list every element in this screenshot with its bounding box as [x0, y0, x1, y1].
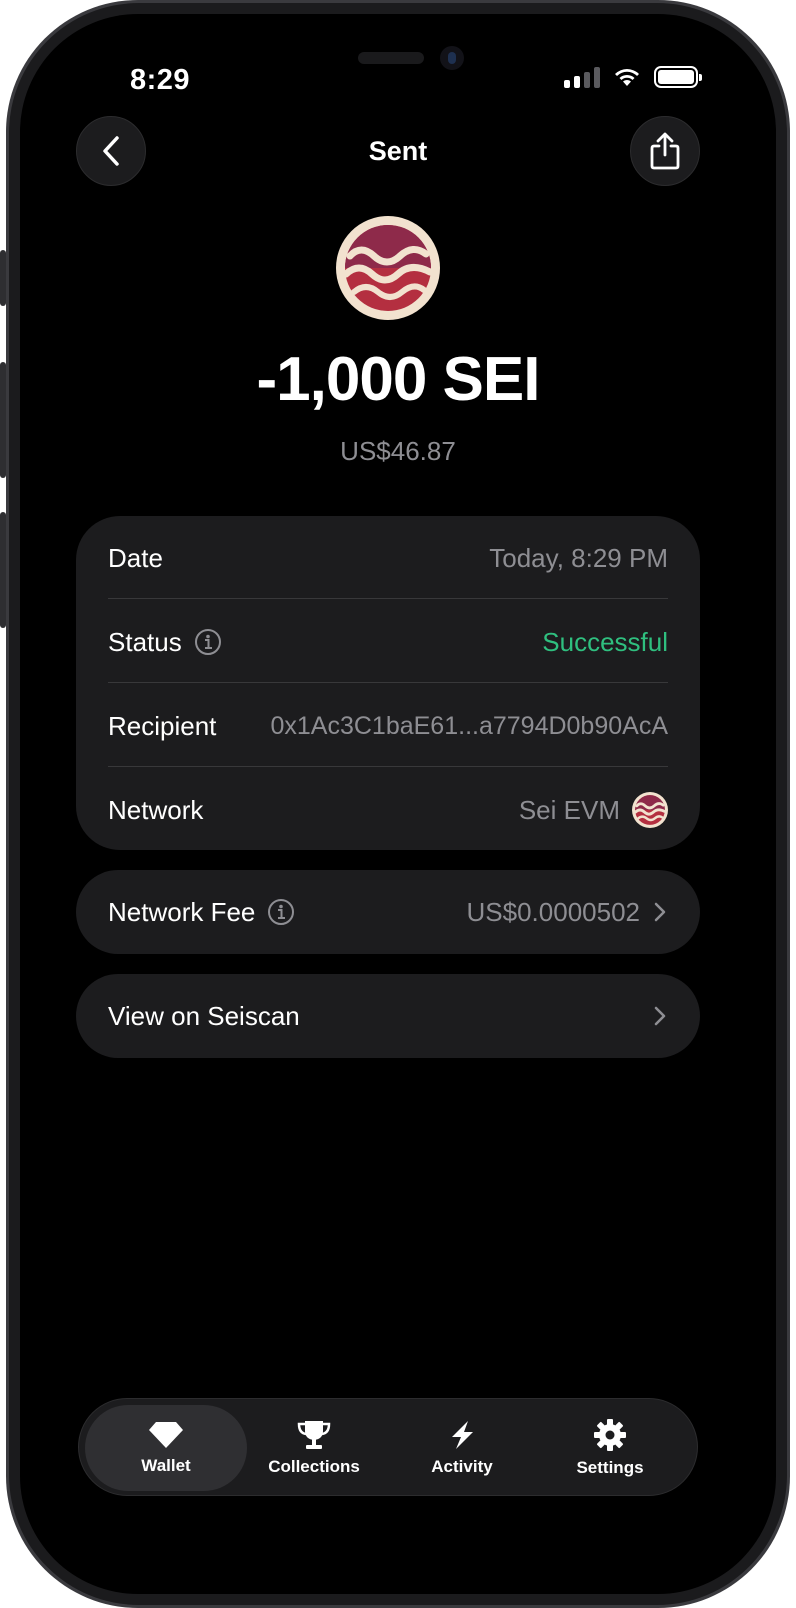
tab-wallet-label: Wallet: [141, 1456, 191, 1475]
network-value-group: Sei EVM: [519, 792, 668, 828]
share-icon: [650, 132, 680, 170]
network-fee-value: US$0.0000502: [466, 896, 640, 927]
network-fee-row[interactable]: Network Fee US$0.0000502: [108, 890, 668, 934]
tab-settings[interactable]: Settings: [529, 1405, 691, 1491]
tab-bar: Wallet Collections Activity Settings: [78, 1398, 698, 1496]
status-time: 8:29: [130, 64, 191, 96]
tab-wallet[interactable]: Wallet: [85, 1405, 247, 1491]
network-fee-label: Network Fee: [108, 896, 256, 927]
info-icon[interactable]: [194, 628, 222, 656]
recipient-row: Recipient 0x1Ac3C1baE61...a7794D0b90AcA: [108, 704, 668, 748]
sei-network-icon: [632, 792, 668, 828]
details-card: Date Today, 8:29 PM Status Successful Re…: [76, 516, 700, 850]
cellular-signal-icon: [564, 66, 600, 88]
status-icons: [564, 66, 702, 88]
chevron-right-icon: [654, 902, 666, 922]
status-label: Status: [108, 626, 182, 657]
share-button[interactable]: [630, 116, 700, 186]
divider: [108, 682, 668, 683]
network-fee-card[interactable]: Network Fee US$0.0000502: [76, 870, 700, 954]
side-button-action: [0, 250, 6, 306]
divider: [108, 598, 668, 599]
view-on-seiscan-label: View on Seiscan: [108, 1000, 300, 1031]
lightning-icon: [452, 1421, 473, 1449]
front-camera: [440, 46, 464, 70]
tab-activity[interactable]: Activity: [381, 1405, 543, 1491]
date-row: Date Today, 8:29 PM: [108, 536, 668, 580]
phone-screen: 8:29 Sent -1,000 SEI US$46.87 Date Today…: [20, 14, 776, 1594]
tab-collections[interactable]: Collections: [233, 1405, 395, 1491]
diamond-icon: [149, 1422, 183, 1448]
chevron-right-icon: [654, 1006, 666, 1026]
date-value: Today, 8:29 PM: [489, 542, 668, 573]
sei-token-logo: [336, 216, 440, 320]
status-row: Status Successful: [108, 620, 668, 664]
tab-settings-label: Settings: [576, 1458, 644, 1477]
tab-collections-label: Collections: [268, 1457, 360, 1476]
side-button-volume-up: [0, 362, 6, 478]
recipient-address[interactable]: 0x1Ac3C1baE61...a7794D0b90AcA: [270, 712, 668, 741]
date-label: Date: [108, 542, 163, 573]
network-label: Network: [108, 794, 204, 825]
view-on-seiscan-card[interactable]: View on Seiscan: [76, 974, 700, 1058]
network-fee-value-group: US$0.0000502: [467, 897, 668, 928]
recipient-label: Recipient: [108, 710, 217, 741]
info-icon[interactable]: [267, 898, 295, 926]
network-fee-label-group: Network Fee: [108, 897, 295, 928]
gear-icon: [594, 1419, 626, 1451]
trophy-icon: [297, 1421, 331, 1449]
wifi-icon: [615, 69, 639, 86]
divider: [108, 766, 668, 767]
status-value: Successful: [542, 626, 668, 657]
status-label-group: Status: [108, 627, 222, 658]
view-on-seiscan-row[interactable]: View on Seiscan: [108, 994, 668, 1038]
side-button-volume-down: [0, 512, 6, 628]
transaction-fiat-value: US$46.87: [340, 436, 456, 466]
network-value: Sei EVM: [518, 794, 620, 825]
transaction-amount: -1,000 SEI: [256, 345, 541, 414]
battery-icon: [654, 66, 702, 88]
speaker-grille: [358, 52, 424, 64]
network-row: Network Sei EVM: [108, 788, 668, 832]
tab-activity-label: Activity: [431, 1457, 493, 1476]
